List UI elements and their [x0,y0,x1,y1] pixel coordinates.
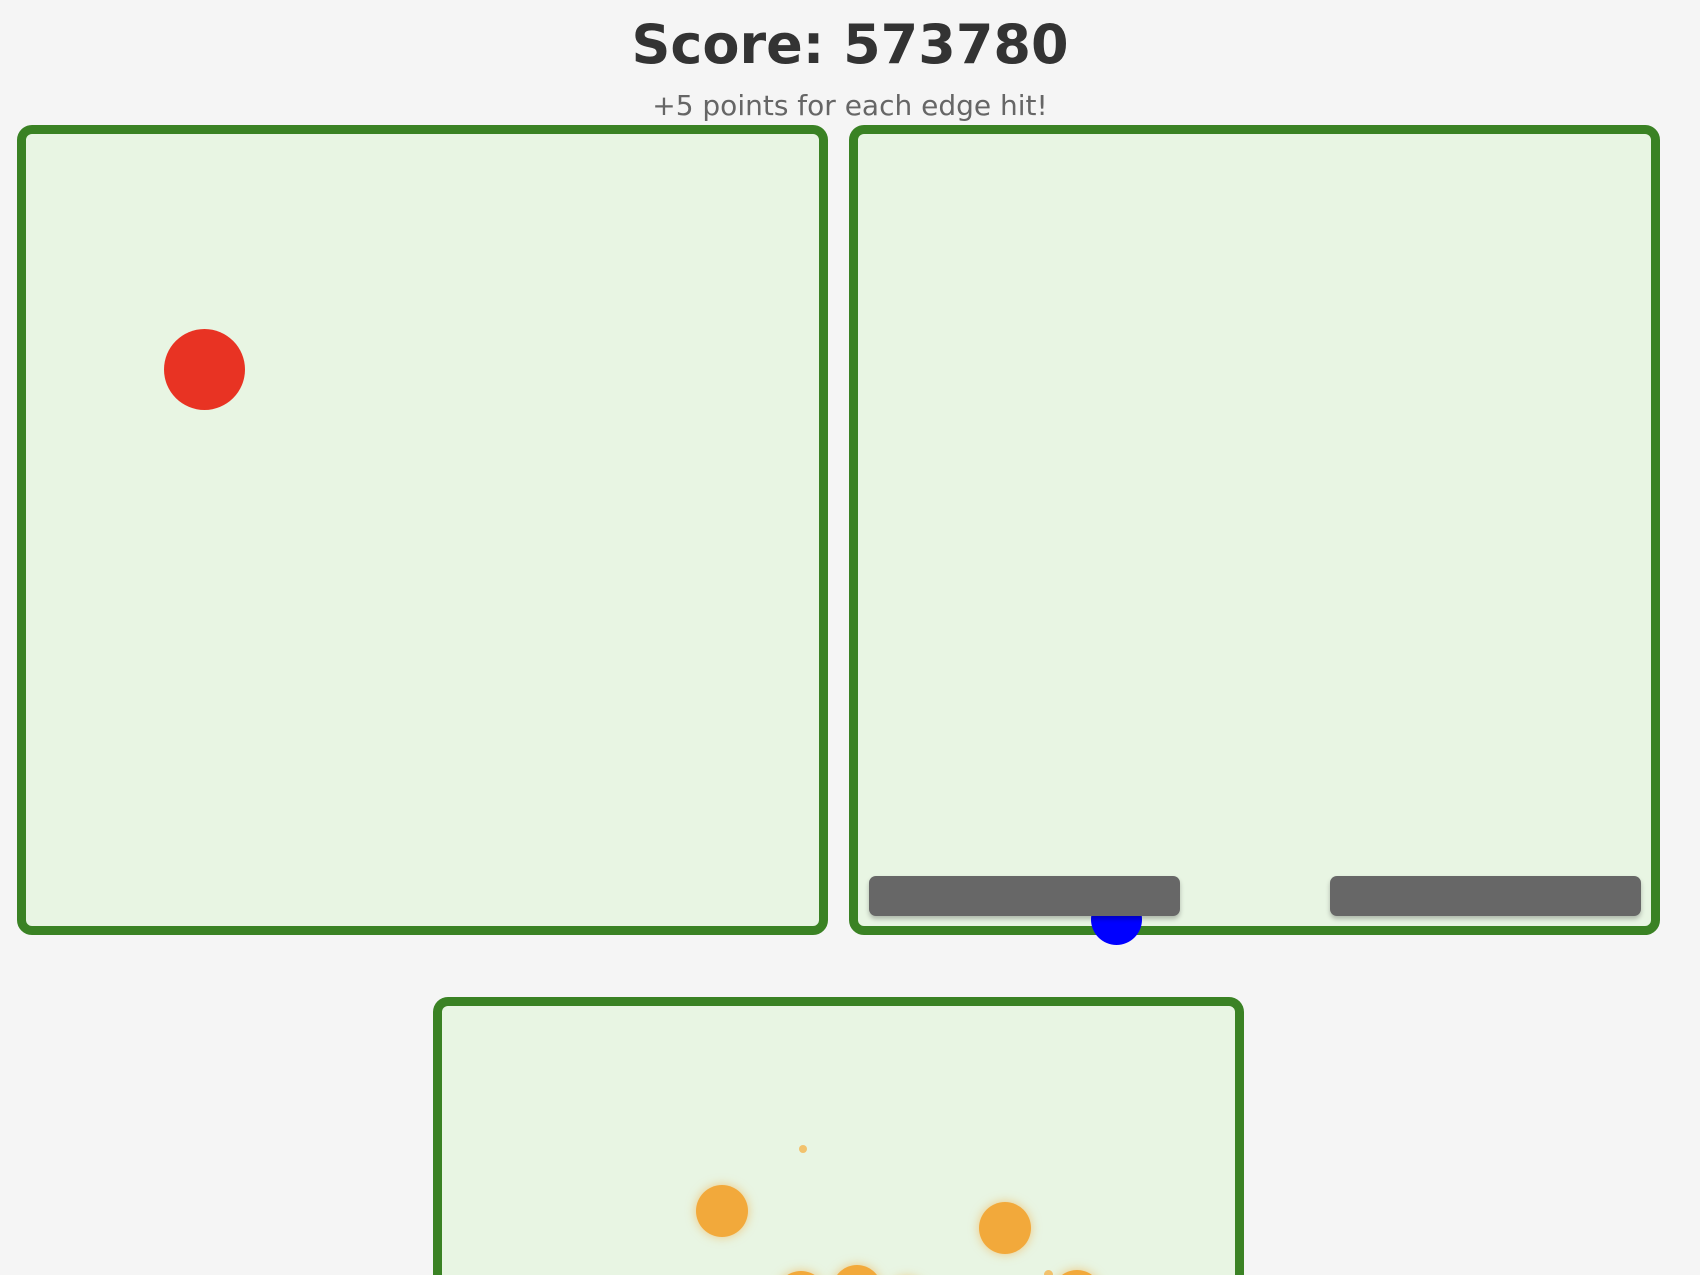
game-box-left[interactable] [17,125,828,935]
spark [799,1145,807,1153]
orange-ball [979,1202,1031,1254]
orange-ball [696,1185,748,1237]
orange-ball [776,1271,826,1275]
red-ball [164,329,245,410]
game-box-bottom[interactable] [433,997,1244,1275]
spark [1044,1270,1053,1275]
paddle-right[interactable] [1330,876,1641,916]
score-display: Score: 573780 [631,13,1069,76]
paddle-left[interactable] [869,876,1180,916]
orange-ball [1052,1270,1102,1275]
orange-ball [832,1265,882,1275]
game-box-right[interactable] [849,125,1660,935]
scoring-hint: +5 points for each edge hit! [652,89,1048,122]
